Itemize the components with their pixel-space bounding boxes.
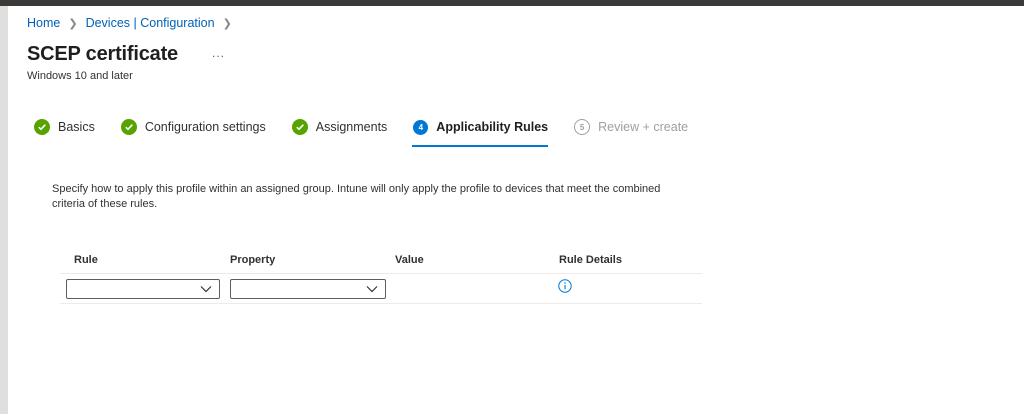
check-circle-icon bbox=[120, 119, 137, 135]
rule-details-cell bbox=[552, 279, 702, 298]
column-header-rule: Rule bbox=[74, 253, 98, 266]
breadcrumb-home[interactable]: Home bbox=[27, 16, 60, 30]
table-row bbox=[60, 274, 702, 304]
step-label: Review + create bbox=[598, 120, 689, 134]
chevron-right-icon: ❯ bbox=[68, 17, 78, 30]
step-number-badge: 4 bbox=[413, 119, 429, 135]
step-applicability-rules[interactable]: 4 Applicability Rules bbox=[412, 118, 549, 147]
rule-cell bbox=[60, 278, 223, 299]
table-header: Rule Property Value Rule Details bbox=[60, 246, 702, 274]
chevron-right-icon: ❯ bbox=[222, 17, 232, 30]
page-subtitle: Windows 10 and later bbox=[27, 70, 133, 82]
step-assignments[interactable]: Assignments bbox=[291, 118, 388, 136]
step-label: Configuration settings bbox=[144, 120, 266, 134]
step-label: Assignments bbox=[315, 120, 388, 134]
check-circle-icon bbox=[34, 119, 50, 135]
step-label: Basics bbox=[58, 120, 95, 134]
chevron-down-icon bbox=[200, 285, 212, 292]
property-cell bbox=[223, 278, 388, 299]
rule-dropdown[interactable] bbox=[66, 278, 220, 299]
step-configuration-settings[interactable]: Configuration settings bbox=[120, 118, 266, 136]
wizard-steps: Basics Configuration settings Assignment… bbox=[34, 118, 714, 147]
step-number-badge: 5 bbox=[574, 119, 591, 135]
main-content: Home ❯ Devices | Configuration ❯ SCEP ce… bbox=[8, 6, 1024, 414]
column-header-value: Value bbox=[395, 253, 424, 266]
property-dropdown[interactable] bbox=[230, 278, 386, 299]
breadcrumb-devices-configuration[interactable]: Devices | Configuration bbox=[86, 16, 215, 30]
column-header-property: Property bbox=[230, 253, 276, 266]
step-label: Applicability Rules bbox=[436, 120, 549, 134]
more-options-button[interactable]: ... bbox=[212, 46, 225, 60]
description-text: Specify how to apply this profile within… bbox=[52, 183, 661, 210]
rules-table: Rule Property Value Rule Details bbox=[60, 246, 702, 304]
info-icon[interactable] bbox=[558, 279, 572, 293]
left-edge bbox=[0, 6, 8, 414]
column-header-rule-details: Rule Details bbox=[559, 253, 622, 266]
step-basics[interactable]: Basics bbox=[34, 118, 95, 136]
breadcrumb: Home ❯ Devices | Configuration ❯ bbox=[27, 16, 240, 30]
check-circle-icon bbox=[291, 119, 308, 135]
page-title: SCEP certificate bbox=[27, 43, 178, 65]
step-review-create[interactable]: 5 Review + create bbox=[574, 118, 688, 136]
chevron-down-icon bbox=[366, 285, 378, 292]
